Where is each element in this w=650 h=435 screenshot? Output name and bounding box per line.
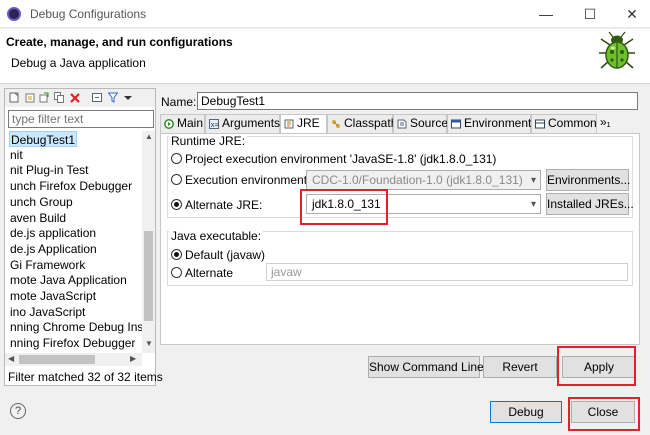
tab-environment[interactable]: Environment: [447, 114, 531, 133]
tree-item[interactable]: aven Build: [9, 210, 67, 226]
hscroll-thumb[interactable]: [19, 355, 95, 364]
tab-arguments[interactable]: x= Arguments: [205, 114, 280, 133]
java-executable-label: Java executable:: [169, 229, 264, 243]
arguments-tab-icon: x=: [209, 119, 219, 129]
new-config-icon[interactable]: [9, 92, 19, 103]
delete-icon[interactable]: [70, 92, 80, 103]
alternate-exec-radio[interactable]: [171, 267, 182, 278]
minimize-button[interactable]: —: [536, 4, 556, 24]
tree-item[interactable]: de.js Application: [9, 241, 98, 257]
title-bar: Debug Configurations — ☐ ✕: [0, 0, 650, 28]
tree-item[interactable]: nning Firefox Debugger: [9, 335, 136, 351]
tree-item[interactable]: unch Group: [9, 194, 74, 210]
default-javaw-option[interactable]: Default (javaw): [171, 248, 265, 262]
tree-item[interactable]: unch Firefox Debugger: [9, 178, 133, 194]
chevron-down-icon: ▾: [530, 175, 536, 186]
new-prototype-icon[interactable]: [25, 92, 35, 103]
source-tab-icon: [397, 119, 407, 129]
tab-overflow[interactable]: »₁: [597, 114, 617, 133]
tree-item[interactable]: ino JavaScript: [9, 304, 86, 320]
environment-tab-icon: [451, 119, 461, 129]
exec-env-select: CDC-1.0/Foundation-1.0 (jdk1.8.0_131) ▾: [306, 170, 541, 190]
runtime-jre-label: Runtime JRE:: [169, 134, 248, 148]
tab-jre[interactable]: JRE: [280, 114, 327, 134]
default-javaw-radio[interactable]: [171, 249, 182, 260]
debug-bug-icon: [599, 31, 635, 69]
scroll-thumb[interactable]: [144, 231, 153, 321]
revert-button[interactable]: Revert: [483, 356, 557, 378]
close-button[interactable]: Close: [571, 401, 635, 423]
jre-tab-content: Runtime JRE: Project execution environme…: [160, 133, 640, 345]
tree-item[interactable]: nit: [9, 147, 24, 163]
header-title: Create, manage, and run configurations: [6, 35, 233, 49]
project-env-radio[interactable]: [171, 153, 182, 164]
svg-text:x=: x=: [211, 121, 219, 129]
tree-item[interactable]: nit Plug-in Test: [9, 162, 90, 178]
project-env-option[interactable]: Project execution environment 'JavaSE-1.…: [171, 152, 496, 166]
config-list-toolbar: [5, 89, 155, 107]
scroll-right-icon[interactable]: ▶: [130, 354, 136, 363]
config-editor-panel: Name: Main x= Arguments JRE Classpath So…: [160, 88, 646, 386]
menu-chevron-icon[interactable]: [123, 92, 133, 103]
eclipse-icon: [7, 7, 21, 21]
close-window-button[interactable]: ✕: [622, 4, 642, 24]
main-tab-icon: [164, 119, 174, 129]
alternate-jre-option[interactable]: Alternate JRE:: [171, 198, 262, 212]
tab-main[interactable]: Main: [160, 114, 205, 133]
tree-item[interactable]: mote JavaScript: [9, 288, 97, 304]
debug-button[interactable]: Debug: [490, 401, 562, 423]
tab-source[interactable]: Source: [393, 114, 448, 133]
maximize-button[interactable]: ☐: [580, 4, 600, 24]
name-label: Name:: [161, 95, 197, 109]
export-icon[interactable]: [39, 92, 49, 103]
environments-button[interactable]: Environments...: [546, 169, 630, 191]
config-tabs: Main x= Arguments JRE Classpath Source E…: [160, 114, 640, 134]
exec-env-option[interactable]: Execution environment:: [171, 173, 310, 187]
collapse-all-icon[interactable]: [92, 92, 102, 103]
tree-item[interactable]: de.js application: [9, 225, 97, 241]
window-title: Debug Configurations: [30, 7, 147, 21]
scroll-up-icon[interactable]: ▲: [145, 132, 153, 141]
chevron-down-icon: ▾: [530, 199, 536, 210]
filter-status: Filter matched 32 of 32 items: [8, 370, 163, 384]
alternate-jre-select[interactable]: jdk1.8.0_131 ▾: [306, 194, 541, 214]
tree-vertical-scrollbar[interactable]: ▲ ▼: [142, 131, 155, 353]
config-tree: DebugTest1 nit nit Plug-in Test unch Firefo…: [5, 131, 142, 353]
tree-item[interactable]: nning Chrome Debug Insta: [9, 319, 142, 335]
filter-icon[interactable]: [108, 92, 118, 103]
alternate-exec-input: javaw: [266, 263, 628, 281]
jre-tab-icon: [284, 119, 294, 129]
alternate-exec-option[interactable]: Alternate: [171, 266, 233, 280]
header-subtitle: Debug a Java application: [11, 56, 146, 70]
filter-input[interactable]: [8, 110, 154, 128]
show-command-line-button[interactable]: Show Command Line: [368, 356, 484, 378]
apply-button[interactable]: Apply: [562, 356, 636, 378]
tree-horizontal-scrollbar[interactable]: ◀ ▶: [5, 353, 142, 366]
tree-item[interactable]: mote Java Application: [9, 272, 128, 288]
alternate-jre-radio[interactable]: [171, 199, 182, 210]
scroll-left-icon[interactable]: ◀: [8, 354, 14, 363]
duplicate-icon[interactable]: [54, 92, 64, 103]
dialog-header: Create, manage, and run configurations D…: [0, 29, 650, 84]
tree-item[interactable]: DebugTest1: [9, 131, 78, 147]
tree-item[interactable]: Gi Framework: [9, 257, 86, 273]
installed-jres-button[interactable]: Installed JREs...: [546, 193, 634, 215]
config-list-panel: DebugTest1nitnit Plug-in Testunch Firefo…: [4, 88, 163, 386]
tab-classpath[interactable]: Classpath: [327, 114, 397, 133]
common-tab-icon: [535, 119, 545, 129]
tab-common[interactable]: Common: [531, 114, 597, 133]
help-icon[interactable]: ?: [10, 403, 26, 419]
config-name-input[interactable]: [197, 92, 638, 110]
scroll-down-icon[interactable]: ▼: [145, 339, 153, 348]
exec-env-radio[interactable]: [171, 174, 182, 185]
classpath-tab-icon: [332, 120, 340, 128]
